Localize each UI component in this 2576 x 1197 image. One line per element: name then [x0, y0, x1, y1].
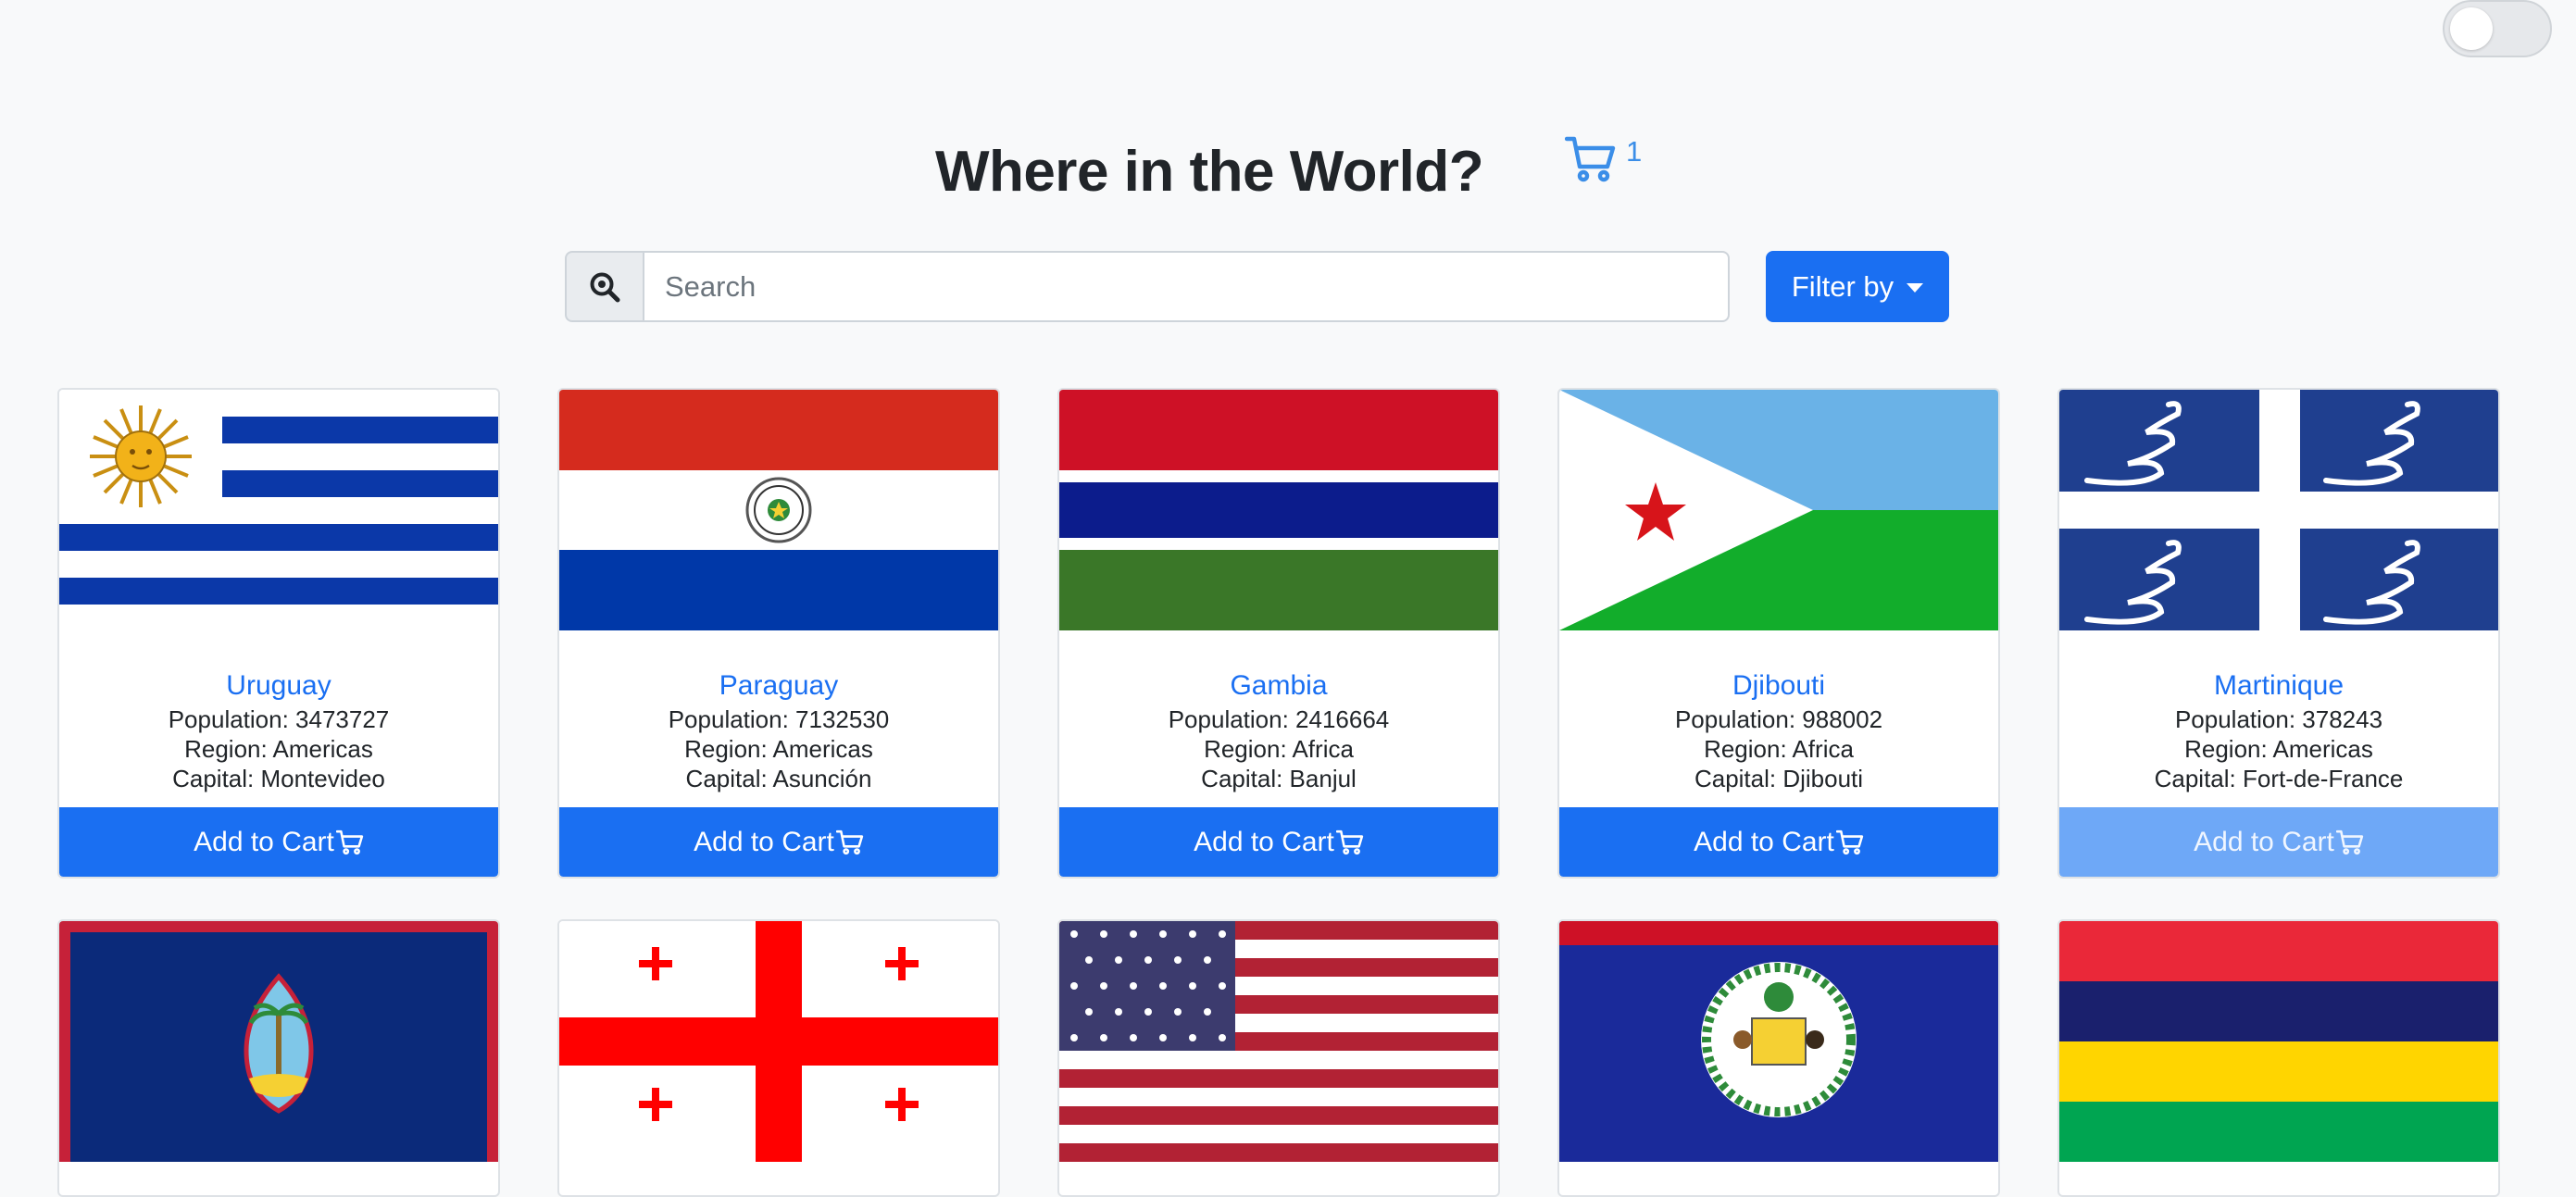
capital-text: Capital: Montevideo	[172, 765, 385, 792]
card-body: Paraguay Population: 7132530 Region: Ame…	[559, 630, 998, 807]
country-card: Paraguay Population: 7132530 Region: Ame…	[557, 388, 1000, 879]
population-text: Population: 378243	[2174, 705, 2383, 733]
uruguay-flag	[59, 390, 498, 630]
cart-icon	[2335, 829, 2364, 854]
cart-count: 1	[1626, 135, 1643, 168]
filter-dropdown-button[interactable]: Filter by	[1766, 251, 1949, 322]
country-name-link[interactable]: Martinique	[2059, 669, 2498, 703]
cart-icon	[835, 829, 864, 854]
page-title: Where in the World?	[934, 140, 1484, 204]
population-text: Population: 988002	[1674, 705, 1883, 733]
add-to-cart-label: Add to Cart	[2194, 826, 2334, 857]
belize-flag	[1559, 921, 1998, 1162]
card-body: Gambia Population: 2416664 Region: Afric…	[1059, 630, 1498, 807]
toggle-knob	[2450, 7, 2493, 50]
add-to-cart-button[interactable]: Add to Cart	[1059, 807, 1498, 877]
capital-text: Capital: Banjul	[1201, 765, 1357, 792]
theme-toggle[interactable]	[2443, 0, 2552, 57]
capital-text: Capital: Asunción	[685, 765, 872, 792]
population-text: Population: 3473727	[168, 705, 390, 733]
card-body: Uruguay Population: 3473727 Region: Amer…	[59, 630, 498, 807]
country-name-link[interactable]: Paraguay	[559, 669, 998, 703]
guam-flag	[59, 921, 498, 1162]
capital-text: Capital: Djibouti	[1694, 765, 1864, 792]
country-card	[1557, 919, 2000, 1197]
gambia-flag	[1059, 390, 1498, 630]
region-text: Region: Africa	[1204, 735, 1354, 763]
region-text: Region: Africa	[1704, 735, 1854, 763]
usa-flag	[1059, 921, 1498, 1162]
filter-label: Filter by	[1791, 269, 1894, 303]
country-card: Martinique Population: 378243 Region: Am…	[2057, 388, 2500, 879]
cart-icon	[335, 829, 364, 854]
add-to-cart-button[interactable]: Add to Cart	[2059, 807, 2498, 877]
population-text: Population: 2416664	[1168, 705, 1390, 733]
country-card: Gambia Population: 2416664 Region: Afric…	[1057, 388, 1500, 879]
cart-icon	[1835, 829, 1864, 854]
add-to-cart-label: Add to Cart	[694, 826, 834, 857]
search-group	[565, 251, 1730, 322]
card-body: Djibouti Population: 988002 Region: Afri…	[1559, 630, 1998, 807]
martinique-flag	[2059, 390, 2498, 630]
cart-link[interactable]: 1	[1565, 135, 1642, 183]
country-card	[2057, 919, 2500, 1197]
capital-text: Capital: Fort-de-France	[2154, 765, 2404, 792]
add-to-cart-button[interactable]: Add to Cart	[559, 807, 998, 877]
caret-down-icon	[1907, 282, 1924, 293]
add-to-cart-label: Add to Cart	[1194, 826, 1334, 857]
shopping-cart-icon	[1565, 136, 1616, 182]
country-name-link[interactable]: Djibouti	[1559, 669, 1998, 703]
djibouti-flag	[1559, 390, 1998, 630]
region-text: Region: Americas	[684, 735, 873, 763]
add-to-cart-button[interactable]: Add to Cart	[59, 807, 498, 877]
country-grid: Uruguay Population: 3473727 Region: Amer…	[57, 388, 2502, 1197]
country-card	[557, 919, 1000, 1197]
magnifier-zoom-icon	[590, 272, 620, 302]
georgia-flag	[559, 921, 998, 1162]
cart-icon	[1335, 829, 1364, 854]
add-to-cart-label: Add to Cart	[194, 826, 334, 857]
card-body: Martinique Population: 378243 Region: Am…	[2059, 630, 2498, 807]
search-input[interactable]	[643, 251, 1730, 322]
country-card: Djibouti Population: 988002 Region: Afri…	[1557, 388, 2000, 879]
country-card	[1057, 919, 1500, 1197]
country-name-link[interactable]: Gambia	[1059, 669, 1498, 703]
region-text: Region: Americas	[184, 735, 373, 763]
mauritius-flag	[2059, 921, 2498, 1162]
country-card	[57, 919, 500, 1197]
add-to-cart-label: Add to Cart	[1694, 826, 1834, 857]
population-text: Population: 7132530	[668, 705, 890, 733]
country-name-link[interactable]: Uruguay	[59, 669, 498, 703]
country-card: Uruguay Population: 3473727 Region: Amer…	[57, 388, 500, 879]
region-text: Region: Americas	[2184, 735, 2373, 763]
search-addon	[565, 251, 643, 322]
add-to-cart-button[interactable]: Add to Cart	[1559, 807, 1998, 877]
paraguay-flag	[559, 390, 998, 630]
